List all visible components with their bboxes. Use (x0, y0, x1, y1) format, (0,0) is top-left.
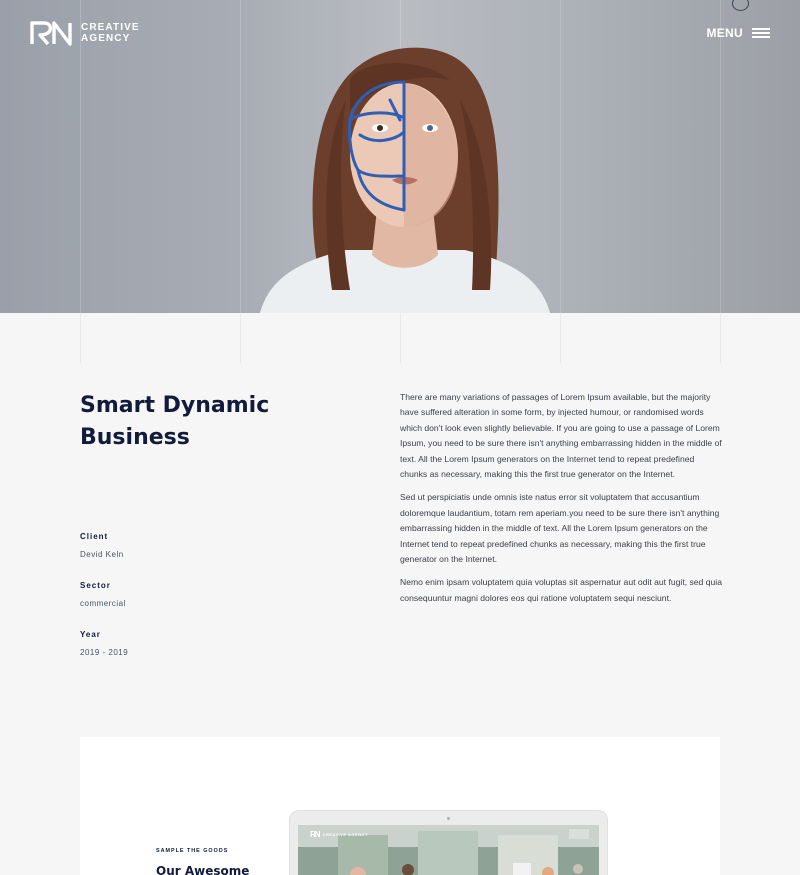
project-description: There are many variations of passages of… (400, 390, 722, 614)
project-title: Smart Dynamic Business (80, 393, 270, 450)
screen-brand-mark: RN (310, 830, 321, 839)
screen-brand-logo: RN CREATIVE AGENCY (310, 830, 368, 839)
screen-menu-button (569, 829, 589, 839)
menu-label: MENU (706, 26, 743, 40)
grid-line (560, 0, 561, 313)
sector-label: Sector (80, 581, 111, 590)
grid-line (720, 313, 721, 363)
client-value: Devid Keln (80, 550, 124, 559)
camera-icon (447, 817, 450, 820)
grid-line (80, 0, 81, 313)
grid-line (560, 313, 561, 363)
year-info: Year 2019 - 2019 (80, 630, 280, 657)
grid-line (240, 0, 241, 313)
brand-name: CREATIVE AGENCY (81, 22, 140, 44)
description-paragraph: Sed ut perspiciatis unde omnis iste natu… (400, 492, 720, 565)
cursor-ring-icon (732, 0, 749, 11)
description-paragraph: Nemo enim ipsam voluptatem quia voluptas… (400, 577, 722, 603)
brand-line-1: CREATIVE (81, 22, 140, 33)
grid-line (80, 313, 81, 363)
grid-line (400, 313, 401, 363)
sample-section: SAMPLE THE GOODS Our Awesome RN CREATIVE… (80, 737, 720, 875)
sample-heading: Our Awesome (156, 864, 250, 875)
hero-portrait-image (260, 47, 550, 313)
logo-icon (30, 21, 72, 46)
laptop-screen-image: RN CREATIVE AGENCY (298, 825, 599, 875)
menu-button[interactable]: MENU (706, 26, 770, 40)
brand-logo[interactable]: CREATIVE AGENCY (30, 20, 140, 46)
laptop-mockup: RN CREATIVE AGENCY (289, 810, 608, 875)
year-label: Year (80, 630, 101, 639)
brand-line-2: AGENCY (81, 33, 131, 44)
sector-info: Sector commercial (80, 581, 280, 608)
grid-line (240, 313, 241, 363)
client-info: Client Devid Keln (80, 532, 280, 559)
grid-line (720, 0, 721, 313)
year-value: 2019 - 2019 (80, 648, 129, 657)
description-paragraph: There are many variations of passages of… (400, 392, 722, 480)
hamburger-menu-icon (752, 28, 770, 38)
sample-kicker: SAMPLE THE GOODS (156, 848, 229, 854)
client-label: Client (80, 532, 109, 541)
screen-brand-text: CREATIVE AGENCY (322, 832, 369, 837)
hero-banner: CREATIVE AGENCY MENU (0, 0, 800, 313)
sector-value: commercial (80, 599, 126, 608)
